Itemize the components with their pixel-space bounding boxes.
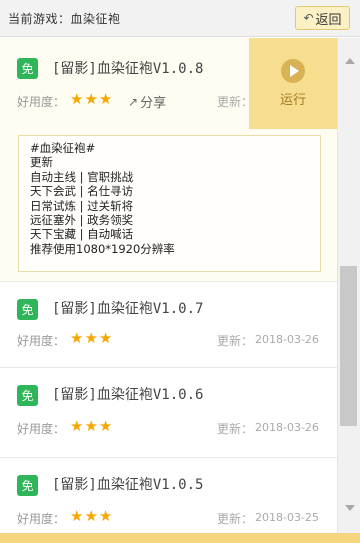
rating-label: 好用度：	[17, 334, 66, 348]
description-line: #血染征袍#	[30, 141, 96, 155]
update-date: 2018-03-26	[255, 421, 319, 434]
update-label: 更新：	[217, 95, 254, 109]
script-title: [留影]血染征袍V1.0.7	[52, 301, 204, 317]
free-badge: 免	[17, 58, 38, 79]
rating-label: 好用度：	[17, 95, 66, 109]
scrollbar-thumb[interactable]	[340, 266, 357, 426]
description-line: 自动主线 | 官职挑战	[30, 169, 134, 184]
rating-stars: ★★★	[70, 329, 114, 347]
update-label: 更新：	[217, 334, 254, 348]
script-list: 免 [留影]血染征袍V1.0.8 好用度： ★★★ ↗ 分享 更新： 运行 免 …	[0, 38, 337, 533]
list-item[interactable]: 免 [留影]血染征袍V1.0.5 好用度： ★★★ 更新： 2018-03-25	[0, 458, 337, 533]
scroll-up-icon[interactable]	[345, 58, 355, 64]
run-button[interactable]: 运行	[249, 38, 337, 129]
free-badge: 免	[17, 475, 38, 496]
rating-label: 好用度：	[17, 512, 66, 526]
free-badge: 免	[17, 385, 38, 406]
scroll-down-icon[interactable]	[345, 505, 355, 511]
description-line: 推荐使用1080*1920分辨率	[30, 241, 175, 256]
back-button[interactable]: ↶ 返回	[295, 6, 350, 30]
update-date: 2018-03-25	[255, 511, 319, 524]
top-bar: 当前游戏：血染征袍 ↶ 返回	[0, 0, 360, 37]
play-icon	[281, 59, 305, 83]
script-title: [留影]血染征袍V1.0.6	[52, 387, 204, 403]
description-line: 天下宝藏 | 自动喊话	[30, 227, 134, 242]
update-date: 2018-03-26	[255, 333, 319, 346]
free-badge: 免	[17, 299, 38, 320]
script-description: #血染征袍# 更新 自动主线 | 官职挑战 天下会武 | 名仕寻访 日常试炼 |…	[18, 135, 321, 272]
current-game-title: 当前游戏：血染征袍	[8, 12, 121, 26]
description-line: 远征塞外 | 政务领奖	[30, 213, 134, 228]
back-arrow-icon: ↶	[303, 11, 314, 25]
update-label: 更新：	[217, 422, 254, 436]
description-line: 天下会武 | 名仕寻访	[30, 184, 134, 199]
list-item[interactable]: 免 [留影]血染征袍V1.0.7 好用度： ★★★ 更新： 2018-03-26	[0, 282, 337, 368]
update-label: 更新：	[217, 512, 254, 526]
script-title: [留影]血染征袍V1.0.5	[52, 477, 204, 493]
list-item[interactable]: 免 [留影]血染征袍V1.0.6 好用度： ★★★ 更新： 2018-03-26	[0, 368, 337, 458]
rating-stars: ★★★	[70, 507, 114, 525]
rating-label: 好用度：	[17, 422, 66, 436]
vertical-scrollbar[interactable]	[337, 38, 360, 533]
share-button[interactable]: ↗ 分享	[128, 92, 167, 112]
back-button-label: 返回	[315, 12, 342, 28]
share-icon: ↗	[128, 94, 139, 109]
run-label: 运行	[279, 93, 306, 108]
share-label: 分享	[140, 96, 167, 111]
bottom-toolbar	[0, 533, 360, 543]
rating-stars: ★★★	[70, 90, 114, 108]
rating-stars: ★★★	[70, 417, 114, 435]
description-line: 更新	[30, 155, 53, 170]
description-line: 日常试炼 | 过关斩将	[30, 198, 134, 213]
script-title: [留影]血染征袍V1.0.8	[52, 61, 204, 77]
